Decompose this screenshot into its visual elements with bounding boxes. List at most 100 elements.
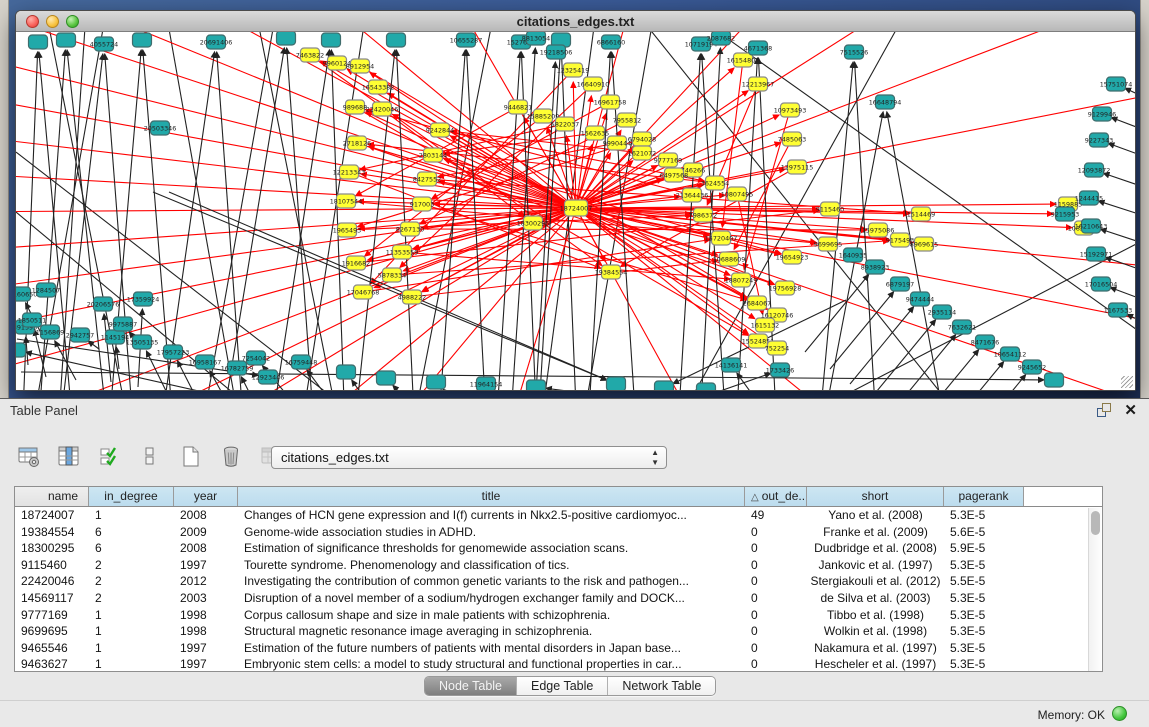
table-row[interactable]: 977716911998Corpus callosum shape and si… [15, 607, 1102, 624]
graph-node-9975887[interactable]: 9975887 [109, 317, 137, 331]
graph-node-5878334[interactable]: 5878334 [378, 268, 406, 282]
graph-node-1514469[interactable]: 1514469 [907, 207, 935, 221]
graph-node-12093872[interactable]: 12093872 [1078, 163, 1111, 177]
graph-node[interactable] [427, 375, 446, 389]
graph-node-9474444[interactable]: 9474444 [906, 292, 934, 306]
column-header-pagerank[interactable]: pagerank [944, 487, 1024, 506]
column-select-icon[interactable] [95, 443, 125, 471]
table-row[interactable]: 1830029562008Estimation of significance … [15, 540, 1102, 557]
zoom-traffic-light-icon[interactable] [66, 15, 79, 28]
table-mode-icon[interactable] [14, 443, 44, 471]
graph-node[interactable] [377, 371, 396, 385]
graph-node-7632621[interactable]: 7632621 [948, 320, 976, 334]
graph-node-8471676[interactable]: 8471676 [971, 335, 999, 349]
tab-edge-table[interactable]: Edge Table [517, 677, 608, 695]
graph-node-20691406[interactable]: 20691406 [200, 35, 233, 49]
graph-node-989688[interactable]: 989688 [343, 100, 367, 114]
network-window[interactable]: citations_edges.txt 18724007746382299601… [15, 10, 1136, 391]
graph-node-7463822[interactable]: 7463822 [296, 48, 324, 62]
graph-node[interactable] [337, 365, 356, 379]
graph-node[interactable] [133, 33, 152, 47]
graph-node[interactable] [277, 32, 296, 45]
table-row[interactable]: 969969511998Structural magnetic resonanc… [15, 623, 1102, 640]
graph-node[interactable] [387, 33, 406, 47]
network-window-titlebar[interactable]: citations_edges.txt [16, 11, 1135, 32]
graph-node-917003[interactable]: 917003 [410, 197, 434, 211]
graph-node-10688609[interactable]: 10688609 [713, 252, 746, 266]
graph-node-752254[interactable]: 752254 [765, 341, 789, 355]
graph-node-16543382[interactable]: 16543382 [362, 80, 395, 94]
graph-node-9227343[interactable]: 9227343 [1085, 133, 1113, 147]
graph-node[interactable] [697, 383, 716, 390]
graph-node-20206576[interactable]: 20206576 [87, 297, 120, 311]
scrollbar-thumb[interactable] [1091, 511, 1100, 535]
row-tool-icon[interactable] [135, 443, 165, 471]
graph-node-9129946[interactable]: 9129946 [1088, 107, 1116, 121]
graph-node-8938923[interactable]: 8938923 [861, 260, 889, 274]
table-row[interactable]: 946362711997Embryonic stem cells: a mode… [15, 656, 1102, 672]
close-traffic-light-icon[interactable] [26, 15, 39, 28]
graph-node[interactable] [29, 35, 48, 49]
table-row[interactable]: 1938455462009Genome-wide association stu… [15, 524, 1102, 541]
graph-node-12213967[interactable]: 12213967 [742, 77, 775, 91]
memory-status-icon[interactable] [1112, 706, 1127, 721]
citation-network-graph[interactable]: 1872400774638229960124891295416543382989… [16, 32, 1135, 390]
network-canvas[interactable]: 1872400774638229960124891295416543382989… [16, 32, 1135, 390]
graph-node[interactable] [322, 33, 341, 47]
delete-columns-icon[interactable] [216, 443, 246, 471]
graph-node[interactable] [655, 381, 674, 390]
graph-node[interactable] [57, 33, 76, 47]
window-resize-grip[interactable] [1121, 376, 1133, 388]
graph-node-13505135[interactable]: 13505135 [126, 335, 159, 349]
graph-node-3624554[interactable]: 3624554 [701, 176, 729, 190]
graph-node-17957223[interactable]: 17957223 [157, 345, 190, 359]
graph-node-16958167[interactable]: 16958167 [189, 355, 222, 369]
graph-node[interactable] [527, 380, 546, 390]
graph-node-15975086[interactable]: 15975086 [862, 223, 895, 237]
graph-node-10655287[interactable]: 10655287 [450, 33, 483, 47]
column-header-year[interactable]: year [174, 487, 238, 506]
minimize-traffic-light-icon[interactable] [46, 15, 59, 28]
graph-node-16640910[interactable]: 16640910 [577, 77, 610, 91]
table-row[interactable]: 1456911722003Disruption of a novel membe… [15, 590, 1102, 607]
graph-node-8427552[interactable]: 8427552 [413, 172, 441, 186]
column-header-title[interactable]: title [238, 487, 745, 506]
graph-node-10654112[interactable]: 10654112 [994, 347, 1027, 361]
table-row[interactable]: 2242004622012Investigating the contribut… [15, 573, 1102, 590]
graph-node-6879197[interactable]: 6879197 [886, 277, 914, 291]
table-row[interactable]: 1872400712008Changes of HCN gene express… [15, 507, 1102, 524]
graph-node-1640935[interactable]: 1640935 [839, 248, 867, 262]
graph-node-17016504[interactable]: 17016504 [1085, 277, 1118, 291]
close-panel-icon[interactable]: ✕ [1124, 401, 1137, 419]
table-row[interactable]: 946554611997Estimation of the future num… [15, 640, 1102, 657]
column-header-in_degree[interactable]: in_degree [89, 487, 174, 506]
graph-node-11964154[interactable]: 11964154 [470, 377, 503, 390]
column-header-short[interactable]: short [807, 487, 944, 506]
table-selector-dropdown[interactable]: citations_edges.txt ▲▼ [271, 446, 667, 469]
graph-node-7515526[interactable]: 7515526 [840, 45, 868, 59]
tab-node-table[interactable]: Node Table [425, 677, 517, 695]
graph-node-18724007[interactable]: 18724007 [560, 200, 593, 216]
graph-node-21364436[interactable]: 21364436 [676, 188, 709, 202]
graph-node-16648794[interactable]: 16648794 [869, 95, 902, 109]
graph-node-7485063[interactable]: 7485063 [778, 132, 806, 146]
svg-text:17957223: 17957223 [157, 348, 190, 356]
float-window-icon[interactable] [1097, 403, 1111, 417]
column-header-name[interactable]: name [15, 487, 89, 506]
new-column-icon[interactable] [176, 443, 206, 471]
table-row[interactable]: 911546021997Tourette syndrome. Phenomeno… [15, 557, 1102, 574]
graph-node-14136141[interactable]: 14136141 [715, 358, 748, 372]
graph-node-2935114[interactable]: 2935114 [928, 305, 956, 319]
graph-node[interactable] [607, 377, 626, 390]
graph-node[interactable] [1045, 373, 1064, 387]
graph-node[interactable] [16, 343, 26, 357]
graph-node-16961758[interactable]: 16961758 [594, 95, 627, 109]
graph-node-19654923[interactable]: 19654923 [776, 250, 809, 264]
graph-node-6794028[interactable]: 6794028 [628, 132, 656, 146]
table-vertical-scrollbar[interactable] [1088, 508, 1101, 672]
show-columns-icon[interactable] [54, 443, 84, 471]
tab-network-table[interactable]: Network Table [608, 677, 715, 695]
graph-node-1733426[interactable]: 1733426 [766, 363, 794, 377]
column-header-out_de[interactable]: △out_de... [745, 487, 807, 506]
graph-node-4055724[interactable]: 4055724 [90, 37, 118, 51]
